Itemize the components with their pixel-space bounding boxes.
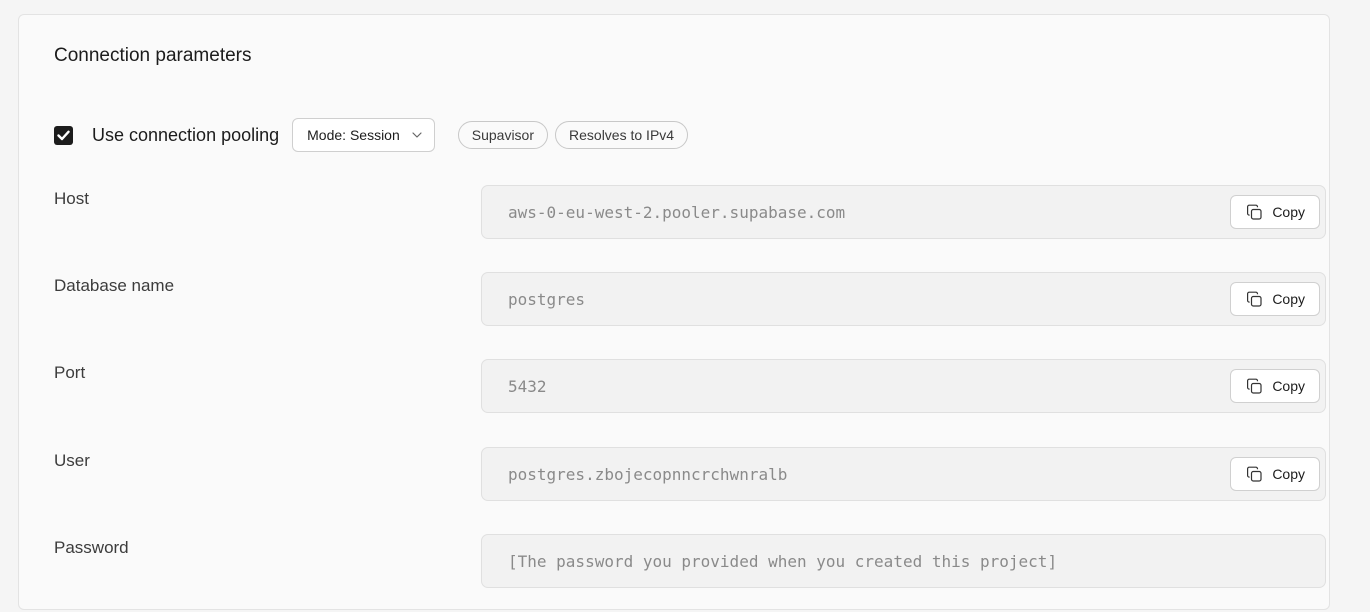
password-value: [The password you provided when you crea…: [508, 551, 1058, 571]
port-value: 5432: [508, 376, 547, 396]
copy-label: Copy: [1272, 204, 1305, 220]
copy-host-button[interactable]: Copy: [1230, 195, 1320, 229]
copy-port-button[interactable]: Copy: [1230, 369, 1320, 403]
copy-icon: [1246, 204, 1263, 221]
user-field[interactable]: postgres.zbojecopnncrchwnralb Copy: [481, 447, 1326, 501]
database-name-field[interactable]: postgres Copy: [481, 272, 1326, 326]
password-label: Password: [54, 538, 129, 557]
copy-label: Copy: [1272, 378, 1305, 394]
host-value: aws-0-eu-west-2.pooler.supabase.com: [508, 202, 846, 222]
chevron-down-icon: [412, 132, 422, 138]
copy-user-button[interactable]: Copy: [1230, 457, 1320, 491]
copy-icon: [1246, 378, 1263, 395]
check-icon: [57, 130, 70, 140]
copy-label: Copy: [1272, 466, 1305, 482]
copy-icon: [1246, 466, 1263, 483]
supavisor-badge: Supavisor: [457, 121, 549, 149]
connection-parameters-card: Connection parameters Use connection poo…: [18, 14, 1330, 610]
pooling-row: Use connection pooling Mode: Session Sup…: [54, 117, 689, 153]
copy-database-name-button[interactable]: Copy: [1230, 282, 1320, 316]
port-label: Port: [54, 363, 86, 382]
user-label: User: [54, 451, 90, 470]
user-value: postgres.zbojecopnncrchwnralb: [508, 464, 788, 484]
password-field[interactable]: [The password you provided when you crea…: [481, 534, 1326, 588]
ipv4-badge: Resolves to IPv4: [555, 121, 689, 149]
mode-select[interactable]: Mode: Session: [292, 118, 435, 152]
port-field[interactable]: 5432 Copy: [481, 359, 1326, 413]
database-name-label: Database name: [54, 276, 175, 295]
copy-icon: [1246, 291, 1263, 308]
use-pooling-label[interactable]: Use connection pooling: [92, 125, 279, 146]
copy-label: Copy: [1272, 291, 1305, 307]
host-field[interactable]: aws-0-eu-west-2.pooler.supabase.com Copy: [481, 185, 1326, 239]
mode-select-value: Mode: Session: [307, 127, 400, 143]
use-pooling-checkbox[interactable]: [54, 125, 73, 145]
section-title: Connection parameters: [54, 45, 252, 66]
database-name-value: postgres: [508, 289, 586, 309]
host-label: Host: [54, 189, 89, 208]
